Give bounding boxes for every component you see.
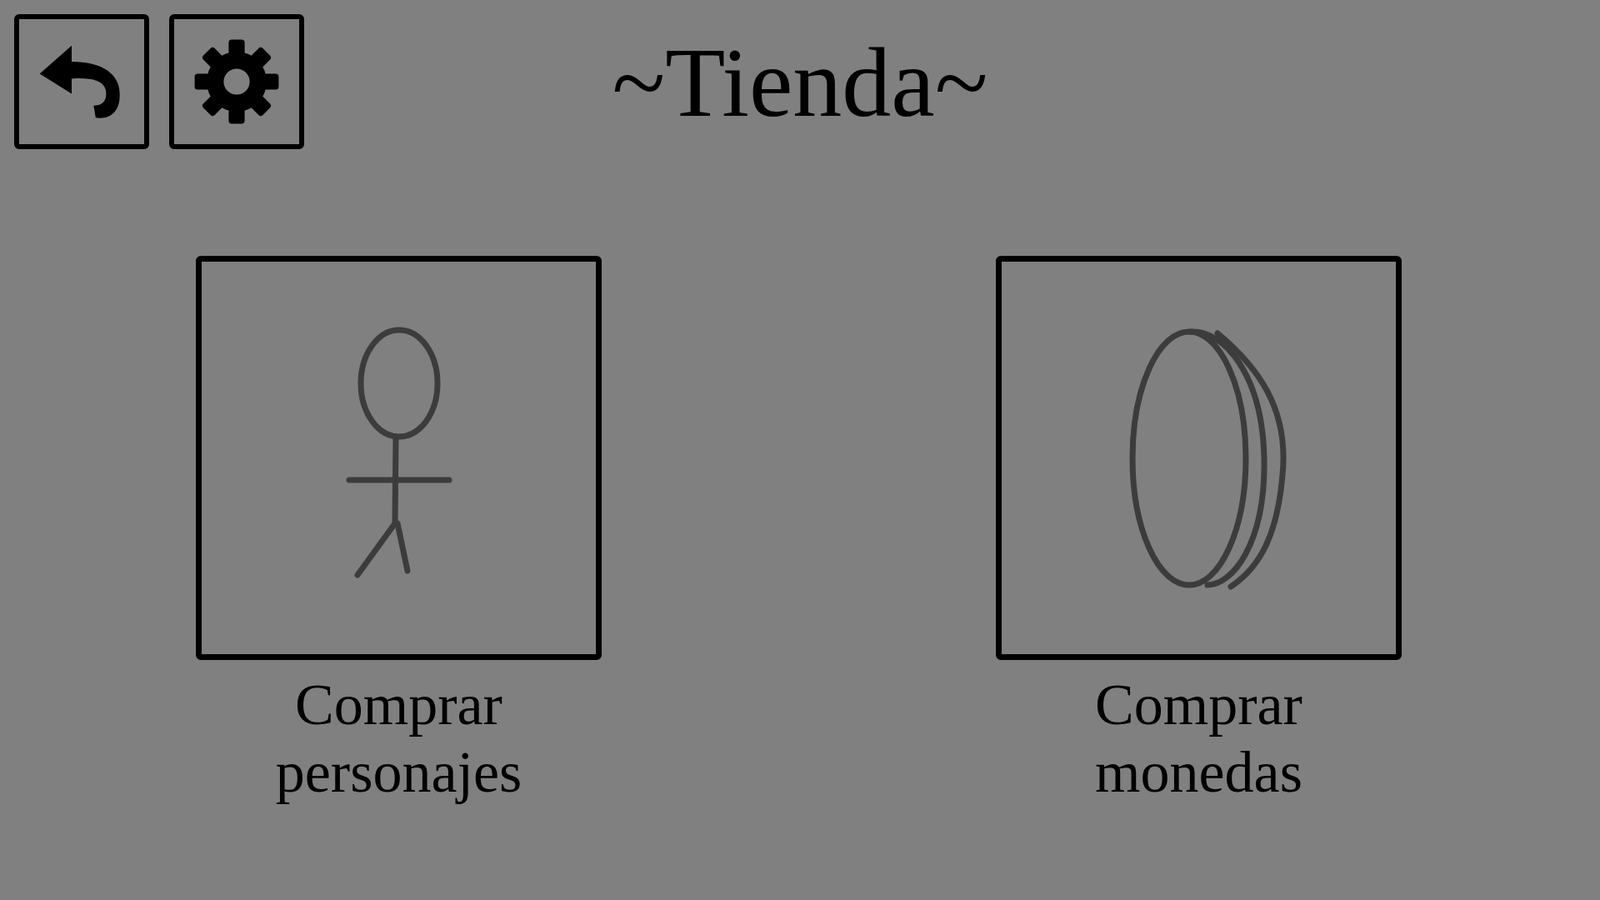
shop-option: Comprar personajes	[195, 255, 602, 806]
shop-option: Comprar monedas	[995, 255, 1402, 806]
option-button[interactable]	[195, 255, 602, 660]
stick-figure-icon	[274, 325, 525, 592]
back-button[interactable]	[14, 14, 150, 150]
settings-button[interactable]	[169, 14, 305, 150]
option-label[interactable]: Comprar personajes	[215, 671, 583, 806]
shop-title: ~Tienda~	[611, 29, 988, 138]
back-arrow-icon	[31, 31, 132, 132]
coin-icon	[1074, 325, 1325, 592]
header-bar: ~Tienda~	[0, 0, 1600, 150]
option-list: Comprar personajes Comprar monedas	[0, 255, 1600, 806]
shop-screen: ~Tienda~ Comprar personajes Comprar moneda…	[0, 0, 1600, 900]
option-label[interactable]: Comprar monedas	[1015, 671, 1383, 806]
gear-icon	[186, 31, 287, 132]
option-button[interactable]	[995, 255, 1402, 660]
toolbar	[14, 14, 612, 150]
